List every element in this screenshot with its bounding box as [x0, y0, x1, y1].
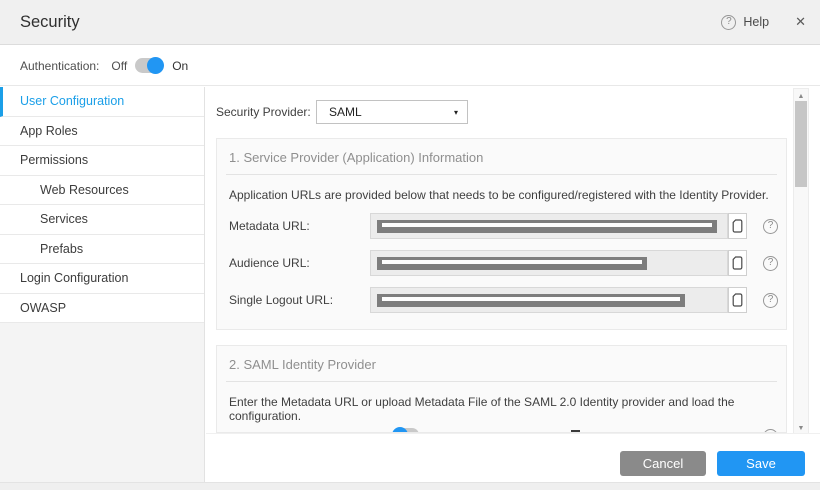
- security-dialog: Security ? Help ✕ Authentication: Off On…: [0, 0, 820, 490]
- audience-url-input[interactable]: [370, 250, 728, 276]
- sidebar-item-login-configuration[interactable]: Login Configuration: [0, 264, 204, 294]
- section-title: 2. SAML Identity Provider: [226, 346, 777, 382]
- audience-url-label: Audience URL:: [229, 256, 370, 270]
- audience-url-row: Audience URL: ?: [229, 250, 778, 276]
- sidebar-item-services[interactable]: Services: [0, 205, 204, 235]
- section-service-provider-info: 1. Service Provider (Application) Inform…: [216, 138, 787, 330]
- settings-sidebar: User Configuration App Roles Permissions…: [0, 87, 205, 490]
- metadata-url-row: Metadata URL: ?: [229, 213, 778, 239]
- single-logout-url-input[interactable]: [370, 287, 728, 313]
- main-content: Security Provider: SAML ▾ 1. Service Pro…: [206, 87, 793, 433]
- sidebar-item-app-roles[interactable]: App Roles: [0, 117, 204, 147]
- chevron-down-icon: ▾: [454, 108, 458, 117]
- close-icon[interactable]: ✕: [795, 14, 806, 30]
- scrollbar-thumb[interactable]: [795, 101, 807, 187]
- copy-button[interactable]: [728, 250, 747, 276]
- scroll-up-icon[interactable]: ▲: [794, 93, 808, 100]
- vertical-scrollbar[interactable]: ▲ ▼: [793, 88, 809, 437]
- toggle-off-label: Off: [111, 59, 127, 73]
- sidebar-item-user-configuration[interactable]: User Configuration: [0, 87, 204, 117]
- section-description: Application URLs are provided below that…: [217, 175, 786, 202]
- page-title: Security: [20, 13, 721, 32]
- redacted-value: [377, 257, 647, 270]
- save-button[interactable]: Save: [717, 451, 805, 476]
- scroll-down-icon[interactable]: ▼: [794, 425, 808, 432]
- cancel-button[interactable]: Cancel: [620, 451, 706, 476]
- sidebar-item-prefabs[interactable]: Prefabs: [0, 235, 204, 265]
- dialog-header: Security ? Help ✕: [0, 0, 820, 45]
- field-help-icon[interactable]: ?: [763, 256, 778, 271]
- authentication-label: Authentication:: [20, 59, 99, 73]
- section-description: Enter the Metadata URL or upload Metadat…: [217, 382, 786, 423]
- selected-provider: SAML: [329, 105, 454, 119]
- metadata-url-input[interactable]: [370, 213, 728, 239]
- field-help-icon[interactable]: ?: [763, 219, 778, 234]
- section-title: 1. Service Provider (Application) Inform…: [226, 139, 777, 175]
- sidebar-item-permissions[interactable]: Permissions: [0, 146, 204, 176]
- sidebar-item-web-resources[interactable]: Web Resources: [0, 176, 204, 206]
- field-help-icon[interactable]: ?: [763, 293, 778, 308]
- security-provider-label: Security Provider:: [216, 105, 316, 119]
- security-provider-row: Security Provider: SAML ▾: [216, 100, 468, 124]
- copy-button[interactable]: [728, 213, 747, 239]
- copy-icon: [732, 256, 743, 270]
- single-logout-url-label: Single Logout URL:: [229, 293, 370, 307]
- copy-icon: [732, 293, 743, 307]
- single-logout-url-row: Single Logout URL: ?: [229, 287, 778, 313]
- redacted-value: [377, 294, 685, 307]
- copy-icon: [732, 219, 743, 233]
- sidebar-item-owasp[interactable]: OWASP: [0, 294, 204, 324]
- metadata-url-label: Metadata URL:: [229, 219, 370, 233]
- section-saml-identity-provider: 2. SAML Identity Provider Enter the Meta…: [216, 345, 787, 433]
- authentication-bar: Authentication: Off On: [0, 46, 820, 86]
- dialog-bottom-edge: [0, 482, 820, 490]
- authentication-toggle[interactable]: [135, 58, 163, 73]
- toggle-knob: [147, 57, 164, 74]
- copy-button[interactable]: [728, 287, 747, 313]
- help-link[interactable]: Help: [743, 15, 769, 29]
- toggle-on-label: On: [172, 59, 188, 73]
- redacted-value: [377, 220, 717, 233]
- security-provider-select[interactable]: SAML ▾: [316, 100, 468, 124]
- help-icon[interactable]: ?: [721, 15, 736, 30]
